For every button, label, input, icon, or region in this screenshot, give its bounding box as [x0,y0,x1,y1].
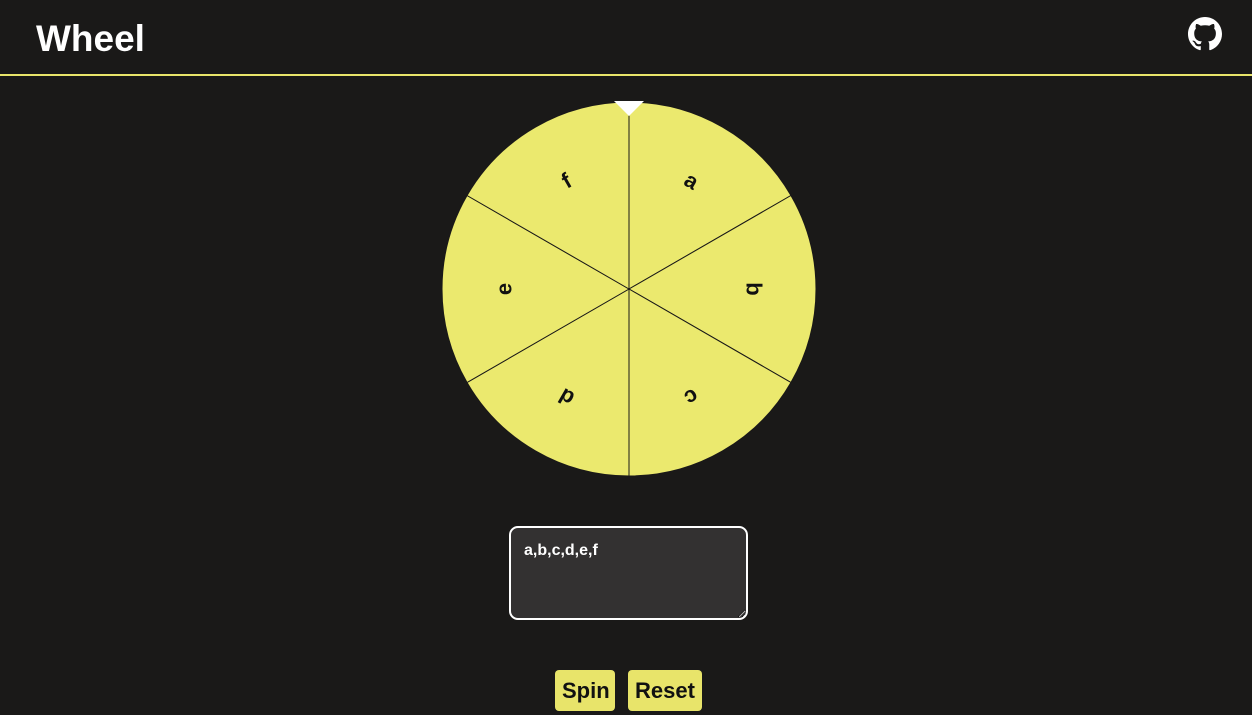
wheel-label-b: b [742,282,767,295]
github-link[interactable] [1188,17,1222,51]
app-title: Wheel [36,18,145,59]
reset-button[interactable]: Reset [628,670,702,711]
wheel[interactable]: abcdef [441,101,817,477]
wheel-label-e: e [491,283,516,295]
github-icon [1188,17,1222,51]
app-header: Wheel [0,0,1252,76]
spin-button[interactable]: Spin [555,670,615,711]
wheel-svg: abcdef [441,101,817,477]
wheel-pointer [614,101,644,116]
entries-textarea[interactable]: a,b,c,d,e,f [509,526,748,620]
